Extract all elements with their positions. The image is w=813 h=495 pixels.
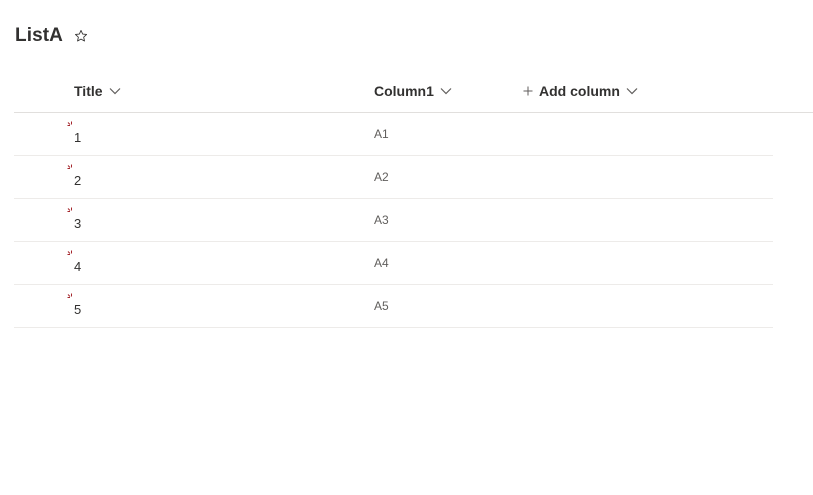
chevron-down-icon bbox=[440, 85, 452, 97]
new-item-icon bbox=[67, 121, 72, 126]
table-row[interactable]: 4 A4 bbox=[14, 242, 773, 285]
new-item-icon bbox=[67, 207, 72, 212]
add-column-label: Add column bbox=[539, 83, 620, 99]
title-cell: 2 bbox=[67, 164, 81, 190]
table-row[interactable]: 1 A1 bbox=[14, 113, 773, 156]
item-title-link[interactable]: 4 bbox=[74, 260, 81, 276]
item-title-link[interactable]: 2 bbox=[74, 174, 81, 190]
item-title-link[interactable]: 1 bbox=[74, 131, 81, 147]
title-cell: 5 bbox=[67, 293, 81, 319]
table-row[interactable]: 2 A2 bbox=[14, 156, 773, 199]
chevron-down-icon bbox=[109, 85, 121, 97]
new-item-icon bbox=[67, 293, 72, 298]
list-header: ListA bbox=[15, 22, 90, 50]
column1-cell: A2 bbox=[374, 170, 389, 184]
title-cell: 1 bbox=[67, 121, 81, 147]
column1-cell: A5 bbox=[374, 299, 389, 313]
table-row[interactable]: 3 A3 bbox=[14, 199, 773, 242]
plus-icon bbox=[523, 86, 533, 96]
column-header-title[interactable]: Title bbox=[74, 70, 121, 112]
star-icon[interactable] bbox=[72, 27, 90, 45]
column1-cell: A3 bbox=[374, 213, 389, 227]
item-title-link[interactable]: 5 bbox=[74, 303, 81, 319]
column-header-column1-label: Column1 bbox=[374, 83, 434, 99]
item-title-link[interactable]: 3 bbox=[74, 217, 81, 233]
table-row[interactable]: 5 A5 bbox=[14, 285, 773, 328]
column1-cell: A1 bbox=[374, 127, 389, 141]
add-column-button[interactable]: Add column bbox=[523, 70, 638, 112]
column-header-column1[interactable]: Column1 bbox=[374, 70, 452, 112]
chevron-down-icon bbox=[626, 85, 638, 97]
column-header-row: Title Column1 Add column bbox=[14, 70, 813, 113]
new-item-icon bbox=[67, 250, 72, 255]
column-header-title-label: Title bbox=[74, 83, 103, 99]
title-cell: 3 bbox=[67, 207, 81, 233]
page-title: ListA bbox=[15, 25, 63, 46]
list-page: ListA Title Column1 Add column 1 A1 2 A2… bbox=[0, 0, 813, 495]
list-rows: 1 A1 2 A2 3 A3 4 A4 5 A5 bbox=[14, 113, 773, 328]
column1-cell: A4 bbox=[374, 256, 389, 270]
new-item-icon bbox=[67, 164, 72, 169]
title-cell: 4 bbox=[67, 250, 81, 276]
